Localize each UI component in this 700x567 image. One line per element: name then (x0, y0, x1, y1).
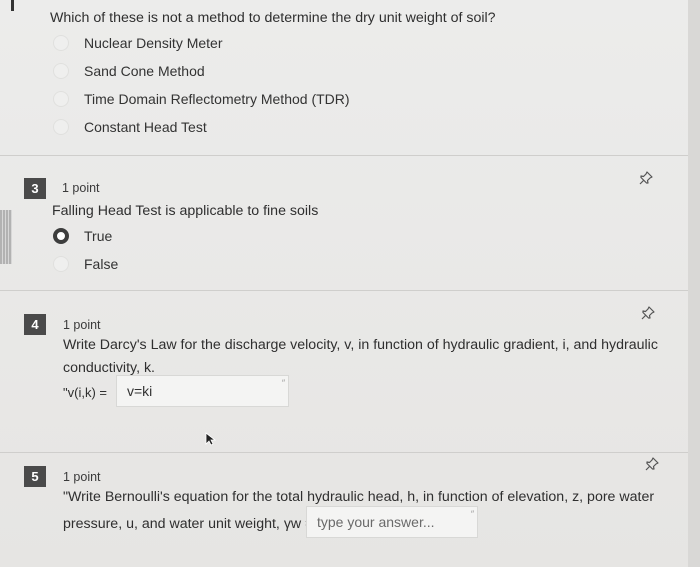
q2-option-2-label: Sand Cone Method (84, 63, 205, 79)
q5-question-text-line2: pressure, u, and water unit weight, γw = (63, 516, 314, 532)
q5-question-text-line1: "Write Bernoulli's equation for the tota… (63, 489, 655, 505)
radio-button-selected[interactable] (53, 228, 69, 244)
radio-button[interactable] (53, 35, 69, 51)
q2-option-4[interactable]: Constant Head Test (53, 119, 207, 135)
q4-question-text-line1: Write Darcy's Law for the discharge velo… (63, 337, 658, 353)
quiz-page: Which of these is not a method to determ… (0, 0, 700, 567)
question-number-badge: 4 (24, 314, 46, 335)
pin-icon[interactable] (638, 170, 654, 186)
q2-option-3[interactable]: Time Domain Reflectometry Method (TDR) (53, 91, 350, 107)
screen-edge (688, 0, 700, 567)
q2-option-2[interactable]: Sand Cone Method (53, 63, 205, 79)
question-number-badge: 5 (24, 466, 46, 487)
resize-handle-icon[interactable]: ″ (471, 509, 474, 519)
radio-button[interactable] (53, 63, 69, 79)
mouse-cursor-icon (205, 432, 217, 446)
left-scroll-strip (0, 210, 12, 264)
q4-question-text-line2: conductivity, k. (63, 360, 155, 376)
q5-answer-placeholder: type your answer... (317, 514, 435, 530)
q4-answer-field[interactable]: v=ki ″ (116, 375, 289, 407)
radio-button[interactable] (53, 119, 69, 135)
page-background (0, 0, 688, 567)
q3-option-true-label: True (84, 228, 113, 244)
pin-icon[interactable] (644, 456, 660, 472)
radio-button[interactable] (53, 91, 69, 107)
q2-option-1-label: Nuclear Density Meter (84, 35, 223, 51)
q2-question-text: Which of these is not a method to determ… (50, 10, 496, 26)
q3-question-text: Falling Head Test is applicable to fine … (52, 203, 319, 219)
q3-points: 1 point (62, 181, 100, 195)
pin-icon[interactable] (640, 305, 656, 321)
radio-button[interactable] (53, 256, 69, 272)
q5-points: 1 point (63, 470, 101, 484)
q2-option-3-label: Time Domain Reflectometry Method (TDR) (84, 91, 350, 107)
q5-answer-field[interactable]: type your answer... ″ (306, 506, 478, 538)
q3-option-true[interactable]: True (53, 228, 112, 244)
top-edge-mark (11, 0, 14, 11)
resize-handle-icon[interactable]: ″ (282, 378, 285, 388)
q4-answer-prompt: "v(i,k) = (63, 385, 107, 400)
q3-option-false-label: False (84, 256, 119, 272)
q2-option-1[interactable]: Nuclear Density Meter (53, 35, 223, 51)
question-divider (0, 452, 688, 453)
q2-option-4-label: Constant Head Test (84, 119, 207, 135)
q4-points: 1 point (63, 318, 101, 332)
q4-answer-value: v=ki (127, 383, 153, 399)
question-divider (0, 290, 688, 291)
question-divider (0, 155, 688, 156)
question-number-badge: 3 (24, 178, 46, 199)
q3-option-false[interactable]: False (53, 256, 118, 272)
